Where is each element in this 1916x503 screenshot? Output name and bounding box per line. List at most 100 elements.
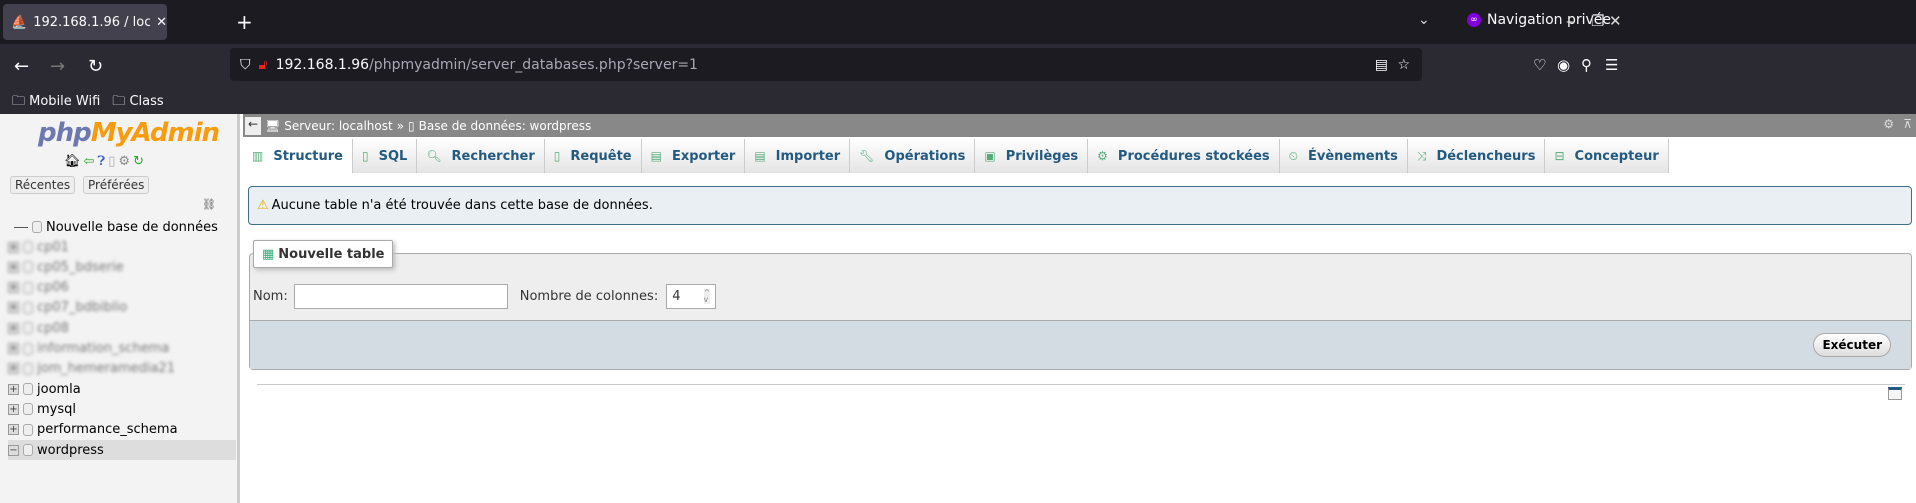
logout-icon[interactable]: ⇦	[84, 154, 95, 169]
pocket-icon[interactable]: ♡	[1533, 56, 1546, 74]
browser-tab[interactable]: ⛵ 192.168.1.96 / localhost / ✕	[3, 4, 167, 40]
tab-procedures-gears[interactable]: ⚙ Procédures stockées	[1088, 139, 1280, 173]
expand-icon[interactable]: +	[8, 383, 19, 395]
tab-label: Exporter	[671, 148, 736, 164]
events-clock-icon: ⏲	[1288, 148, 1298, 163]
column-count-value: 4	[672, 289, 681, 304]
expand-icon[interactable]: +	[8, 302, 19, 314]
page-settings-gear-icon[interactable]: ⚙	[1883, 117, 1894, 131]
tab-triggers[interactable]: ⤨ Déclencheurs	[1407, 139, 1546, 173]
tab-privileges[interactable]: ▣ Privilèges	[975, 139, 1089, 173]
breadcrumb-server[interactable]: Serveur: localhost	[284, 119, 392, 133]
phpmyadmin-logo[interactable]: phpMyAdmin	[38, 118, 220, 148]
notice-text: Aucune table n'a été trouvée dans cette …	[271, 198, 653, 213]
database-icon	[23, 261, 33, 274]
expand-icon[interactable]: +	[8, 322, 19, 334]
list-tabs-chevron-icon[interactable]: ⌄	[1418, 12, 1430, 28]
tab-label: Requête	[570, 148, 632, 164]
menu-icon[interactable]: ☰	[1605, 56, 1618, 74]
breadcrumb-database[interactable]: Base de données: wordpress	[419, 119, 592, 133]
tab-designer[interactable]: ⊟ Concepteur	[1545, 139, 1669, 173]
collapse-nav-arrow-icon[interactable]: ←	[245, 116, 261, 135]
database-item[interactable]: + cp01	[8, 237, 69, 257]
new-database-item[interactable]: Nouvelle base de données	[14, 217, 218, 237]
spinner-arrows-icon[interactable]: ^ v	[703, 289, 711, 304]
reader-view-icon[interactable]: ▤	[1375, 57, 1388, 73]
expand-icon[interactable]: +	[8, 424, 19, 436]
structure-icon: ▥	[252, 149, 264, 163]
expand-icon[interactable]: +	[8, 241, 19, 253]
execute-button[interactable]: Exécuter	[1813, 333, 1891, 357]
new-table-legend: ▦ Nouvelle table	[253, 240, 394, 268]
recent-tables-button[interactable]: Récentes	[10, 176, 76, 194]
reload-icon[interactable]: ↻	[88, 56, 103, 77]
restore-icon[interactable]: ❐	[1591, 12, 1604, 30]
expand-icon[interactable]: +	[8, 261, 19, 273]
database-icon: ▯	[408, 118, 415, 133]
collapse-icon[interactable]: −	[8, 444, 19, 456]
back-arrow-icon[interactable]: ←	[14, 56, 29, 77]
shield-icon[interactable]: ⛉	[240, 57, 251, 73]
tab-sql[interactable]: ▯ SQL	[353, 139, 418, 173]
warning-notice: ⚠ Aucune table n'a été trouvée dans cette…	[248, 186, 1912, 225]
close-tab-icon[interactable]: ✕	[156, 15, 167, 30]
database-icon	[23, 342, 33, 355]
server-icon: 🖥︎	[265, 118, 281, 133]
extensions-icon[interactable]: ⚲	[1581, 56, 1592, 74]
operations-wrench-icon: 🔧︎	[859, 149, 875, 163]
database-item[interactable]: + joomla	[8, 379, 81, 399]
new-tab-button[interactable]: +	[236, 10, 253, 34]
insecure-lock-icon[interactable]: 🔓︎	[259, 57, 268, 73]
close-window-icon[interactable]: ✕	[1609, 12, 1622, 30]
tab-title: 192.168.1.96 / localhost /	[33, 14, 151, 30]
database-item[interactable]: + information_schema	[8, 339, 169, 359]
favorite-tables-button[interactable]: Préférées	[83, 176, 150, 194]
collapse-top-icon[interactable]: ⊼	[1903, 117, 1912, 131]
database-item[interactable]: + cp07_bdbiblio	[8, 298, 127, 318]
console-toggle-icon[interactable]	[1888, 387, 1902, 400]
database-name: cp08	[37, 320, 69, 336]
expand-icon[interactable]: +	[8, 282, 19, 294]
home-icon[interactable]: 🏠︎	[64, 154, 81, 169]
new-table-icon: ▦	[262, 246, 275, 262]
tab-label: Concepteur	[1574, 148, 1659, 164]
bookmark-label: Mobile Wifi	[29, 94, 101, 109]
database-item[interactable]: + performance_schema	[8, 420, 178, 440]
minimize-icon[interactable]: –	[1566, 12, 1574, 30]
database-name: performance_schema	[37, 422, 178, 438]
database-item[interactable]: + cp05_bdserie	[8, 257, 124, 277]
database-item[interactable]: + cp06	[8, 278, 69, 298]
tab-operations-wrench[interactable]: 🔧︎ Opérations	[850, 139, 976, 173]
docs-icon[interactable]: ▯	[108, 154, 115, 169]
navigation-sidebar: phpMyAdmin 🏠︎ ⇦ ❓︎ ▯ ⚙ ↻ Récentes Préfér…	[0, 114, 240, 503]
tab-search[interactable]: 🔍︎ Rechercher	[417, 139, 545, 173]
expand-icon[interactable]: +	[8, 363, 19, 375]
tab-label: Déclencheurs	[1436, 148, 1536, 164]
tab-import[interactable]: ▤ Importer	[745, 139, 851, 173]
database-icon	[23, 362, 33, 375]
account-icon[interactable]: ◉	[1557, 56, 1570, 74]
database-item[interactable]: + cp08	[8, 318, 69, 338]
database-item[interactable]: + mysql	[8, 399, 76, 419]
tab-events-clock[interactable]: ⏲ Évènements	[1279, 139, 1408, 173]
tab-query[interactable]: ▯ Requête	[544, 139, 642, 173]
column-count-stepper[interactable]: 4 ^ v	[666, 284, 717, 309]
table-name-input[interactable]	[293, 284, 508, 309]
reload-nav-icon[interactable]: ↻	[133, 154, 144, 169]
url-bar[interactable]: ⛉ 🔓︎ 192.168.1.96/phpmyadmin/server_data…	[230, 48, 1422, 81]
expand-icon[interactable]: +	[8, 403, 19, 415]
link-with-main-icon[interactable]: ⛓	[202, 198, 216, 211]
tab-structure[interactable]: ▥ Structure	[243, 139, 353, 173]
database-item[interactable]: − wordpress	[8, 440, 236, 460]
private-browsing-indicator: ∞ Navigation privée	[1467, 12, 1611, 28]
expand-icon[interactable]: +	[8, 343, 19, 354]
settings-gear-icon[interactable]: ⚙	[118, 154, 130, 169]
tab-export[interactable]: ▤ Exporter	[641, 139, 746, 173]
help-icon[interactable]: ❓︎	[97, 154, 105, 169]
database-icon	[23, 423, 33, 436]
forward-arrow-icon[interactable]: →	[50, 56, 65, 77]
bookmark-star-icon[interactable]: ☆	[1397, 57, 1410, 73]
bookmark-class[interactable]: 🗀︎ Class	[112, 92, 163, 114]
database-item[interactable]: + jom_hemeramedia21	[8, 359, 175, 379]
bookmark-mobile-wifi[interactable]: 🗀︎ Mobile Wifi	[12, 92, 100, 114]
